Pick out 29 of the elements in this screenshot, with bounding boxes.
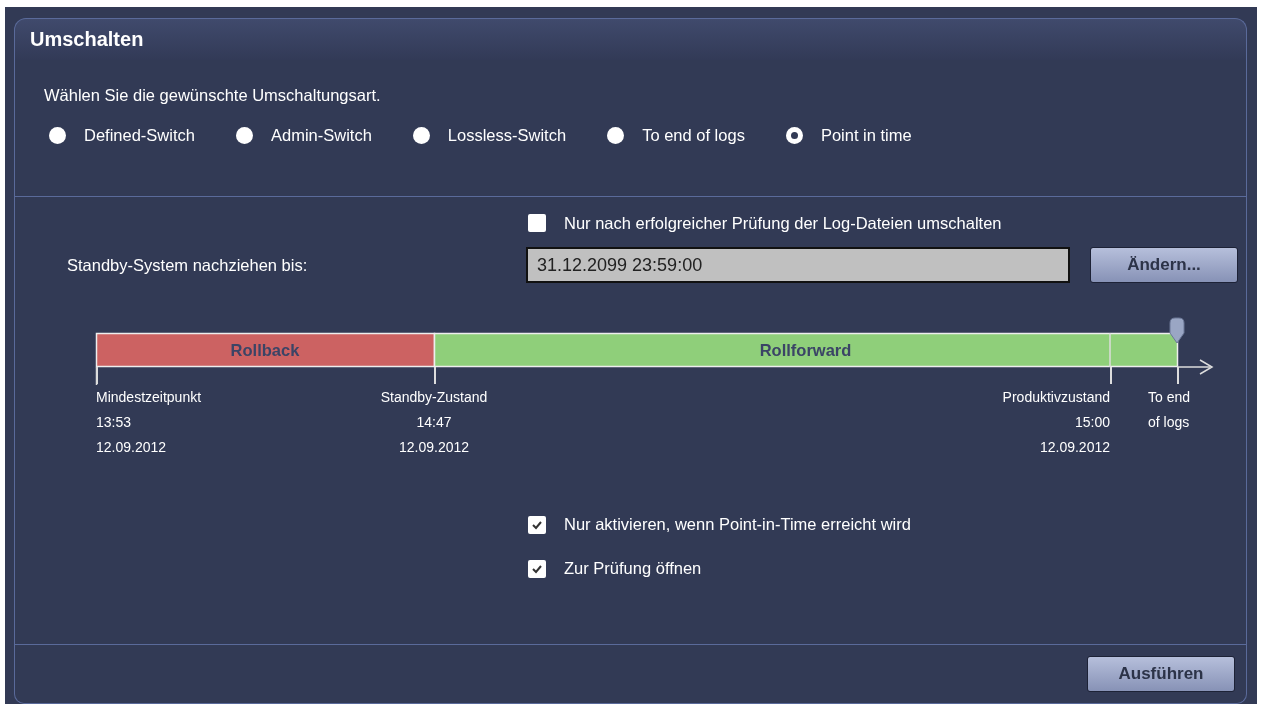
segment-label: Rollforward — [759, 340, 852, 360]
marker-label: To end of logs — [1148, 388, 1191, 432]
marker-label: Produktivzustand 15:00 12.09.2012 — [1002, 388, 1110, 457]
checkbox-option[interactable]: Zur Prüfung öffnen — [528, 559, 1246, 578]
radio-button[interactable] — [49, 126, 66, 144]
radio-option[interactable]: Lossless-Switch — [412, 125, 567, 145]
marker-label: Mindestzeitpunkt 13:53 12.09.2012 — [96, 388, 202, 457]
checkbox[interactable] — [528, 214, 546, 232]
radio-button[interactable] — [785, 126, 803, 144]
window-title: Umschalten — [30, 27, 144, 51]
checkbox[interactable] — [528, 559, 546, 578]
radio-option[interactable]: Admin-Switch — [235, 125, 372, 145]
checkbox[interactable] — [528, 515, 546, 534]
radio-option[interactable]: Point in time — [785, 125, 912, 145]
segment-label: Rollback — [230, 340, 300, 360]
radio-button[interactable] — [235, 126, 253, 144]
checkbox-option[interactable]: Nur nach erfolgreicher Prüfung der Log-Dateien umschalten — [528, 213, 1002, 233]
radio-option[interactable]: To end of logs — [607, 125, 745, 145]
checkbox-option[interactable]: Nur aktivieren, wenn Point-in-Time erreicht wird — [528, 515, 1246, 534]
field-label: Standby-System nachziehen bis: — [67, 255, 309, 275]
marker-label: Standby-Zustand 14:47 12.09.2012 — [380, 388, 488, 457]
instruction-text: Wählen Sie die gewünschte Umschaltungsart. — [44, 85, 382, 105]
radio-button[interactable] — [607, 126, 625, 144]
date-field[interactable]: 31.12.2099 23:59:00 — [526, 247, 1070, 283]
change-button[interactable]: Ändern... — [1090, 247, 1238, 283]
time-slider-handle[interactable] — [1169, 317, 1185, 344]
radio-option[interactable]: Defined-Switch — [49, 125, 195, 145]
radio-button[interactable] — [412, 126, 430, 144]
execute-button[interactable]: Ausführen — [1087, 656, 1235, 692]
